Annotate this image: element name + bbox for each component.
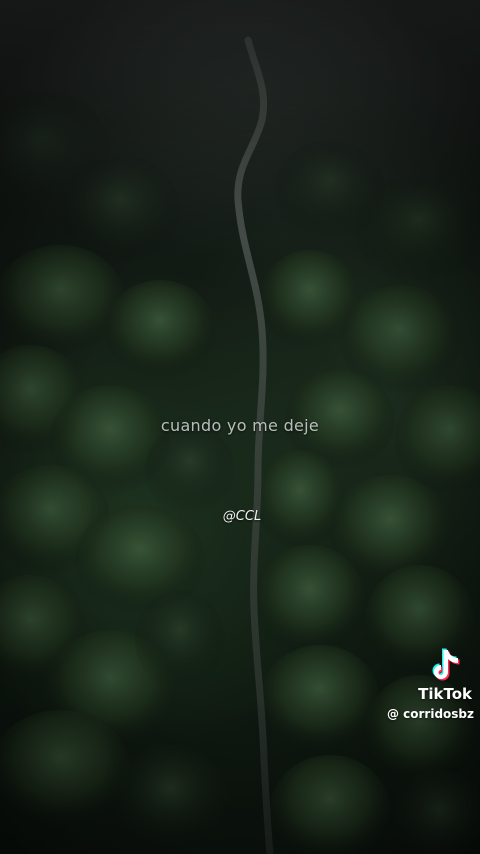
video-frame[interactable]: cuando yo me deje @CCL TikTok @ corridos… xyxy=(0,0,480,854)
tiktok-logo-icon xyxy=(432,648,460,681)
tiktok-brand-label: TikTok xyxy=(418,685,472,703)
tiktok-username: @ corridosbz xyxy=(386,707,474,721)
creator-handle: @CCL xyxy=(222,509,262,524)
lyric-caption: cuando yo me deje xyxy=(160,416,320,435)
